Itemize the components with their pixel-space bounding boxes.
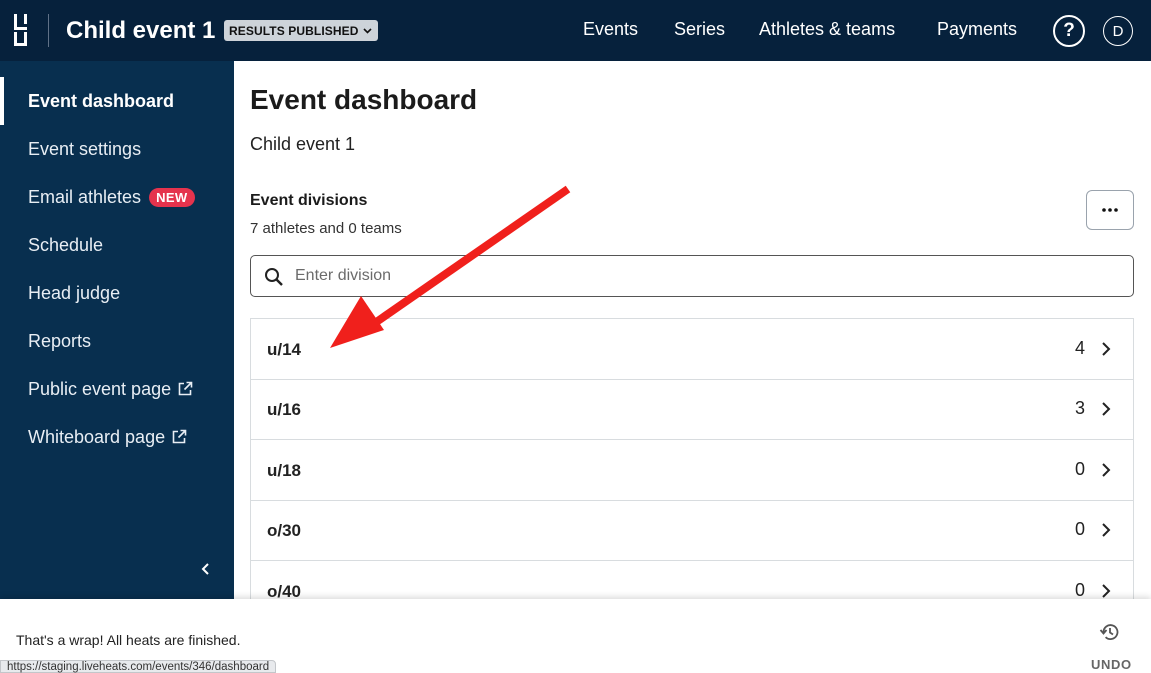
divisions-summary: 7 athletes and 0 teams bbox=[250, 220, 402, 237]
sidebar-item-public-event-page[interactable]: Public event page bbox=[0, 365, 234, 413]
division-name: u/16 bbox=[267, 400, 302, 419]
top-bar: Child event 1 RESULTS PUBLISHED Events S… bbox=[0, 0, 1151, 61]
nav-series[interactable]: Series bbox=[674, 19, 725, 40]
nav-athletes-teams[interactable]: Athletes & teams bbox=[759, 19, 895, 40]
division-name: o/40 bbox=[267, 582, 302, 599]
undo-button[interactable]: UNDO bbox=[1086, 619, 1134, 673]
division-count: 0 bbox=[1074, 459, 1085, 479]
chevron-right-icon bbox=[1102, 342, 1111, 356]
division-row[interactable]: u/18 0 bbox=[251, 440, 1133, 501]
new-badge: NEW bbox=[149, 187, 195, 207]
toast-message: That's a wrap! All heats are finished. bbox=[16, 632, 241, 648]
status-badge-label: RESULTS PUBLISHED bbox=[229, 23, 359, 38]
chevron-right-icon bbox=[1102, 402, 1111, 416]
page-subtitle: Child event 1 bbox=[250, 134, 356, 154]
chevron-right-icon bbox=[1102, 463, 1111, 477]
division-name: u/14 bbox=[267, 340, 302, 359]
logo-icon[interactable] bbox=[14, 14, 34, 46]
nav-events[interactable]: Events bbox=[583, 19, 638, 40]
sidebar-item-label: Email athletes bbox=[28, 186, 142, 207]
event-title: Child event 1 bbox=[66, 17, 216, 44]
sidebar-item-label: Event dashboard bbox=[28, 90, 175, 111]
sidebar-item-event-settings[interactable]: Event settings bbox=[0, 125, 234, 173]
sidebar-item-reports[interactable]: Reports bbox=[0, 317, 234, 365]
undo-label: UNDO bbox=[1091, 657, 1132, 672]
more-icon bbox=[1102, 208, 1118, 212]
sidebar-item-label: Reports bbox=[28, 330, 92, 351]
nav-payments[interactable]: Payments bbox=[937, 19, 1017, 40]
sidebar-item-head-judge[interactable]: Head judge bbox=[0, 269, 234, 317]
more-options-button[interactable] bbox=[1086, 190, 1134, 230]
division-row[interactable]: o/40 0 bbox=[251, 561, 1133, 599]
status-url: https://staging.liveheats.com/events/346… bbox=[0, 660, 277, 673]
status-badge[interactable]: RESULTS PUBLISHED bbox=[224, 20, 378, 41]
sidebar-item-label: Schedule bbox=[28, 234, 104, 255]
division-row[interactable]: u/16 3 bbox=[251, 379, 1133, 440]
help-icon[interactable]: ? bbox=[1053, 15, 1085, 47]
division-count: 0 bbox=[1074, 519, 1085, 539]
division-name: o/30 bbox=[267, 521, 302, 540]
division-count: 4 bbox=[1074, 338, 1085, 358]
external-link-icon bbox=[172, 429, 187, 444]
sidebar-item-label: Head judge bbox=[28, 282, 121, 303]
sidebar-item-schedule[interactable]: Schedule bbox=[0, 221, 234, 269]
sidebar-item-label: Whiteboard page bbox=[28, 426, 166, 447]
sidebar-item-whiteboard-page[interactable]: Whiteboard page bbox=[0, 413, 234, 461]
sidebar-item-label: Event settings bbox=[28, 138, 142, 159]
division-list: u/14 4 u/16 3 u/18 0 o/30 0 o/40 0 bbox=[250, 318, 1134, 599]
chevron-down-icon bbox=[362, 27, 372, 34]
division-row[interactable]: o/30 0 bbox=[251, 500, 1133, 561]
chevron-left-icon[interactable] bbox=[196, 559, 216, 579]
search-icon bbox=[265, 268, 283, 286]
sidebar-item-email-athletes[interactable]: Email athletes NEW bbox=[0, 173, 234, 221]
chevron-right-icon bbox=[1102, 584, 1111, 598]
sidebar-item-event-dashboard[interactable]: Event dashboard bbox=[0, 77, 234, 125]
division-count: 3 bbox=[1074, 398, 1085, 418]
chevron-right-icon bbox=[1102, 523, 1111, 537]
external-link-icon bbox=[178, 381, 193, 396]
division-search bbox=[250, 255, 1134, 297]
divisions-heading: Event divisions bbox=[250, 192, 368, 209]
division-search-input[interactable] bbox=[295, 256, 1115, 296]
avatar[interactable]: D bbox=[1103, 16, 1133, 46]
division-name: u/18 bbox=[267, 461, 302, 480]
sidebar: Event dashboard Event settings Email ath… bbox=[0, 61, 234, 599]
logo-divider bbox=[48, 14, 49, 47]
division-row[interactable]: u/14 4 bbox=[251, 319, 1133, 380]
division-count: 0 bbox=[1074, 580, 1085, 599]
history-icon bbox=[1099, 624, 1119, 640]
page-title: Event dashboard bbox=[250, 84, 478, 115]
sidebar-item-label: Public event page bbox=[28, 378, 172, 399]
